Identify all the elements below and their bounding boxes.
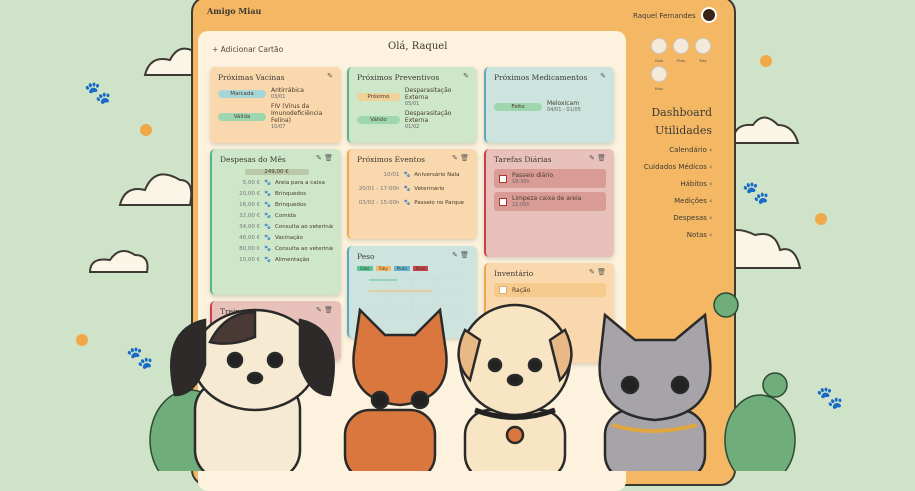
pets-illustration [149,292,796,471]
cat-grey [598,312,712,471]
cat-orange [343,307,448,471]
dog-cream [457,303,573,471]
